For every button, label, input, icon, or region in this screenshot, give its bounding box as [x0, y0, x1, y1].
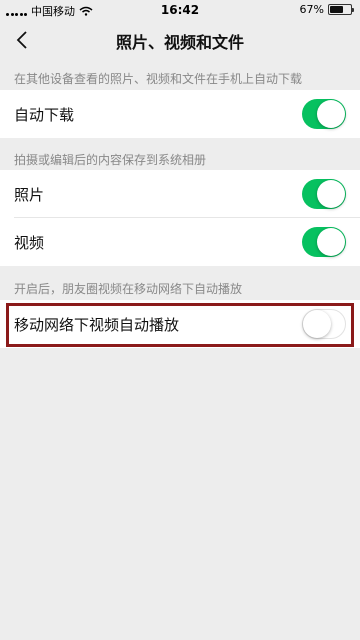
save-to-album-note: 拍摄或编辑后的内容保存到系统相册 [14, 153, 207, 167]
toggle-knob [317, 228, 345, 256]
photos-toggle[interactable] [302, 179, 346, 209]
battery-icon [328, 4, 354, 15]
mobile-autoplay-toggle[interactable] [302, 309, 346, 339]
toggle-knob [317, 180, 345, 208]
videos-toggle[interactable] [302, 227, 346, 257]
mobile-autoplay-label: 移动网络下视频自动播放 [14, 315, 180, 334]
photos-label: 照片 [14, 185, 45, 204]
toggle-knob [317, 100, 345, 128]
auto-download-toggle[interactable] [302, 99, 346, 129]
page-title: 照片、视频和文件 [115, 33, 244, 52]
autoplay-note: 开启后，朋友圈视频在移动网络下自动播放 [14, 282, 243, 296]
videos-label: 视频 [14, 233, 45, 252]
status-right: 67% [299, 3, 354, 16]
status-bar: 中国移动 16:42 67% [0, 0, 360, 20]
battery-fill [330, 6, 344, 13]
toggle-knob [303, 310, 331, 338]
photos-row[interactable]: 照片 [0, 170, 360, 218]
mobile-autoplay-row[interactable]: 移动网络下视频自动播放 [0, 300, 360, 348]
videos-row[interactable]: 视频 [0, 218, 360, 266]
chevron-left-icon[interactable] [10, 26, 34, 54]
nav-bar: 照片、视频和文件 [0, 20, 360, 60]
battery-percent: 67% [299, 3, 324, 16]
auto-download-note: 在其他设备查看的照片、视频和文件在手机上自动下载 [14, 72, 303, 86]
screen: 中国移动 16:42 67% 照片、视频和文件 在其他设备查看的照片、视频和文件… [0, 0, 360, 640]
auto-download-label: 自动下载 [14, 105, 75, 124]
auto-download-row[interactable]: 自动下载 [0, 90, 360, 138]
